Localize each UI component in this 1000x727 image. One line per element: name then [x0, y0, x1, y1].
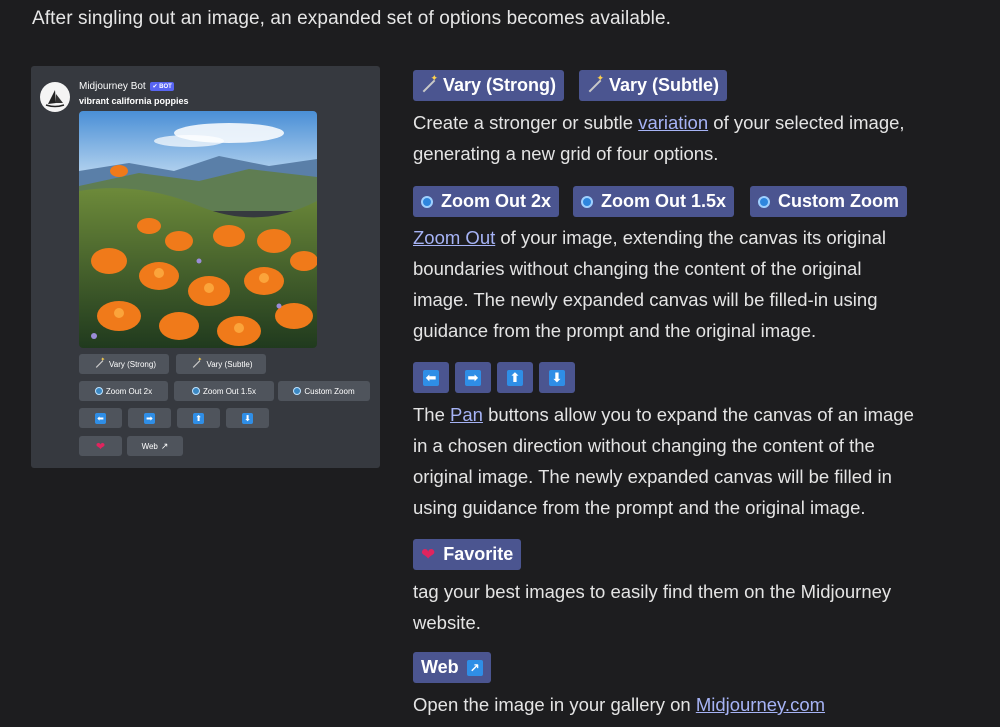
pan-line-3: original image. The newly expanded canva… [413, 466, 892, 487]
bot-badge: ✔ BOT [150, 81, 174, 91]
arrow-left-icon: ⬅ [95, 412, 106, 424]
card-web-label: Web [141, 441, 158, 451]
prompt-text: vibrant california poppies [79, 96, 189, 106]
pan-line-4: using guidance from the prompt and the o… [413, 497, 866, 518]
vary-text-before: Create a stronger or subtle [413, 112, 639, 133]
card-custom-zoom-label: Custom Zoom [304, 386, 355, 396]
web-text-before: Open the image in your gallery on [413, 694, 696, 715]
vary-subtle-label: Vary (Subtle) [609, 75, 720, 95]
card-pan-up-button[interactable]: ⬆ [177, 408, 220, 428]
variation-link[interactable]: variation [638, 112, 708, 133]
magnifier-icon [581, 195, 593, 208]
zoom-out-2x-label: Zoom Out 2x [441, 191, 552, 211]
arrow-down-icon: ⬇ [242, 412, 253, 424]
zoom-out-15x-button[interactable]: Zoom Out 1.5x [573, 186, 735, 217]
magnifier-icon [421, 195, 433, 208]
pan-text-before: The [413, 404, 451, 425]
favorite-line-2: website. [413, 612, 481, 633]
pan-down-button[interactable]: ⬇ [539, 362, 575, 393]
external-link-icon: ↗ [160, 440, 169, 451]
magic-wand-icon [587, 73, 604, 93]
custom-zoom-button[interactable]: Custom Zoom [750, 186, 907, 217]
generated-image[interactable] [79, 111, 317, 348]
vary-subtle-button[interactable]: Vary (Subtle) [579, 70, 728, 101]
bot-avatar[interactable] [40, 82, 70, 112]
external-link-icon: ↗ [466, 659, 483, 676]
magic-wand-icon [192, 356, 203, 368]
zoom-line-2: boundaries without changing the content … [413, 258, 862, 279]
zoom-line-1: of your image, extending the canvas its … [495, 227, 887, 248]
card-vary-subtle-label: Vary (Subtle) [206, 359, 253, 369]
discord-message-card: Midjourney Bot ✔ BOT vibrant california … [31, 66, 380, 468]
zoom-line-4: guidance from the prompt and the origina… [413, 320, 817, 341]
favorite-button[interactable]: ❤ Favorite [413, 539, 522, 570]
heart-icon: ❤ [95, 440, 106, 453]
arrow-left-icon: ⬅ [423, 369, 439, 386]
card-zoom-out-2x-button[interactable]: Zoom Out 2x [79, 381, 168, 401]
zoom-out-15x-label: Zoom Out 1.5x [601, 191, 727, 211]
favorite-label: Favorite [443, 544, 514, 564]
midjourney-link[interactable]: Midjourney.com [696, 694, 825, 715]
magic-wand-icon [95, 356, 105, 368]
card-pan-left-button[interactable]: ⬅ [79, 408, 122, 428]
magnifier-icon [192, 387, 201, 395]
arrow-down-icon: ⬇ [549, 369, 565, 386]
zoom-out-2x-button[interactable]: Zoom Out 2x [413, 186, 560, 217]
bot-name-label: Midjourney Bot [79, 81, 146, 92]
pan-right-button[interactable]: ➡ [455, 362, 491, 393]
zoom-out-link[interactable]: Zoom Out [413, 227, 495, 248]
favorite-description: tag your best images to easily find them… [413, 576, 891, 638]
card-zoom-out-15x-button[interactable]: Zoom Out 1.5x [174, 381, 274, 401]
arrow-up-icon: ⬆ [193, 412, 204, 424]
magnifier-icon [758, 195, 770, 208]
card-web-button[interactable]: Web ↗ [127, 436, 183, 456]
magnifier-icon [293, 387, 302, 395]
zoom-description: Zoom Out of your image, extending the ca… [413, 222, 886, 346]
card-pan-right-button[interactable]: ➡ [128, 408, 171, 428]
arrow-right-icon: ➡ [465, 369, 481, 386]
pan-up-button[interactable]: ⬆ [497, 362, 533, 393]
card-favorite-button[interactable]: ❤ [79, 436, 122, 456]
web-description: Open the image in your gallery on Midjou… [413, 689, 825, 720]
bot-name[interactable]: Midjourney Bot ✔ BOT [79, 81, 174, 92]
magic-wand-icon [421, 73, 438, 93]
heart-icon: ❤ [421, 544, 436, 564]
intro-text: After singling out an image, an expanded… [32, 8, 672, 29]
pan-left-button[interactable]: ⬅ [413, 362, 449, 393]
card-zoom-out-15x-label: Zoom Out 1.5x [203, 386, 256, 396]
magnifier-icon [94, 387, 103, 395]
pan-line-1: buttons allow you to expand the canvas o… [482, 404, 914, 425]
vary-line-2: generating a new grid of four options. [413, 143, 719, 164]
pan-link[interactable]: Pan [450, 404, 483, 425]
zoom-line-3: image. The newly expanded canvas will be… [413, 289, 878, 310]
card-custom-zoom-button[interactable]: Custom Zoom [278, 381, 370, 401]
custom-zoom-label: Custom Zoom [778, 191, 899, 211]
pan-description: The Pan buttons allow you to expand the … [413, 399, 914, 523]
vary-description: Create a stronger or subtle variation of… [413, 107, 905, 169]
vary-strong-button[interactable]: Vary (Strong) [413, 70, 565, 101]
web-button[interactable]: Web ↗ [413, 652, 491, 683]
card-vary-strong-label: Vary (Strong) [109, 359, 156, 369]
card-vary-strong-button[interactable]: Vary (Strong) [79, 354, 169, 374]
card-pan-down-button[interactable]: ⬇ [226, 408, 269, 428]
web-label: Web [421, 657, 459, 677]
favorite-line-1: tag your best images to easily find them… [413, 581, 892, 602]
card-zoom-out-2x-label: Zoom Out 2x [105, 386, 153, 396]
arrow-up-icon: ⬆ [507, 369, 523, 386]
arrow-right-icon: ➡ [144, 412, 155, 424]
card-vary-subtle-button[interactable]: Vary (Subtle) [176, 354, 266, 374]
pan-line-2: in a chosen direction without changing t… [413, 435, 875, 456]
vary-strong-label: Vary (Strong) [443, 75, 557, 95]
vary-text-after: of your selected image, [708, 112, 905, 133]
